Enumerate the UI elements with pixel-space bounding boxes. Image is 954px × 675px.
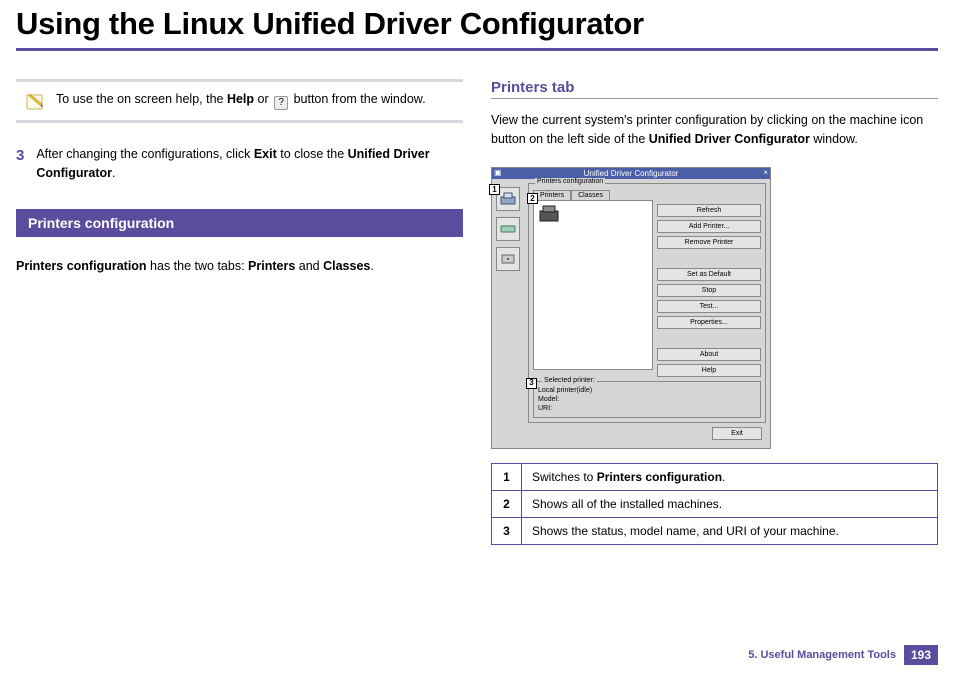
mock-action-buttons: Refresh Add Printer... Remove Printer . … (657, 200, 761, 377)
cell-num: 3 (492, 517, 522, 544)
chapter-label: 5. Useful Management Tools (748, 649, 896, 661)
mock-btn-help: Help (657, 364, 761, 377)
note-text: To use the on screen help, the Help or ?… (56, 92, 426, 110)
mock-tab-classes: Classes (571, 190, 610, 200)
table-row: 1 Switches to Printers configuration. (492, 463, 938, 490)
mock-btn-add: Add Printer... (657, 220, 761, 233)
mock-main: Printers configuration 2 Printers Classe… (528, 183, 766, 444)
content-columns: To use the on screen help, the Help or ?… (0, 51, 954, 545)
cell-num: 2 (492, 490, 522, 517)
heading-rule (491, 98, 938, 99)
step-3: 3 After changing the configurations, cli… (16, 145, 463, 183)
mock-status-group: 3 Selected printer: Local printer(idle) … (533, 381, 761, 418)
mock-content: Refresh Add Printer... Remove Printer . … (533, 200, 761, 377)
mock-footer: Exit (528, 423, 766, 444)
printers-tab-text: View the current system's printer config… (491, 111, 938, 149)
mock-config-group: Printers configuration 2 Printers Classe… (528, 183, 766, 423)
mock-btn-test: Test... (657, 300, 761, 313)
section-bar-printers-config: Printers configuration (16, 209, 463, 237)
mock-btn-exit: Exit (712, 427, 762, 440)
page-number: 193 (904, 645, 938, 665)
left-column: To use the on screen help, the Help or ?… (16, 79, 463, 545)
cell-num: 1 (492, 463, 522, 490)
page-header: Using the Linux Unified Driver Configura… (0, 0, 954, 44)
table-row: 3 Shows the status, model name, and URI … (492, 517, 938, 544)
help-button-icon: ? (274, 96, 288, 110)
pencil-note-icon (24, 90, 46, 112)
mock-btn-default: Set as Default (657, 268, 761, 281)
mock-btn-remove: Remove Printer (657, 236, 761, 249)
step-text: After changing the configurations, click… (36, 145, 463, 183)
mock-printer-list (533, 200, 653, 370)
step-number: 3 (16, 145, 24, 183)
callout-2: 2 (527, 193, 538, 204)
mock-body: 1 Printers configuration 2 (492, 179, 770, 448)
printers-config-text: Printers configuration has the two tabs:… (16, 257, 463, 276)
mock-sidebar: 1 (496, 183, 524, 444)
right-column: Printers tab View the current system's p… (491, 79, 938, 545)
note-box: To use the on screen help, the Help or ?… (16, 79, 463, 123)
mock-sidebar-port-icon (496, 247, 520, 271)
mock-status-line-2: Model: (538, 395, 756, 404)
page-footer: 5. Useful Management Tools 193 (748, 645, 938, 665)
callout-table: 1 Switches to Printers configuration. 2 … (491, 463, 938, 545)
mock-btn-about: About (657, 348, 761, 361)
printers-tab-heading: Printers tab (491, 79, 938, 96)
printer-device-icon (536, 203, 562, 225)
mock-btn-stop: Stop (657, 284, 761, 297)
mock-status-line-3: URI: (538, 404, 756, 413)
callout-3: 3 (526, 378, 537, 389)
mock-status-label: Selected printer: (542, 376, 597, 385)
mock-sidebar-scanner-icon (496, 217, 520, 241)
cell-text: Shows the status, model name, and URI of… (522, 517, 938, 544)
page-title: Using the Linux Unified Driver Configura… (16, 6, 938, 42)
mock-btn-refresh: Refresh (657, 204, 761, 217)
mock-tabs: 2 Printers Classes (533, 190, 761, 200)
mock-tab-printers: Printers (533, 190, 571, 200)
mock-window: ▣ Unified Driver Configurator × 1 (491, 167, 771, 449)
mock-sidebar-printer-icon: 1 (496, 187, 520, 211)
cell-text: Switches to Printers configuration. (522, 463, 938, 490)
mock-btn-props: Properties... (657, 316, 761, 329)
mock-status-line-1: Local printer(idle) (538, 386, 756, 395)
mock-title: Unified Driver Configurator (584, 169, 679, 178)
mock-titlebar: ▣ Unified Driver Configurator × (492, 168, 770, 179)
table-row: 2 Shows all of the installed machines. (492, 490, 938, 517)
mock-group-label: Printers configuration (535, 178, 605, 185)
close-icon: × (763, 168, 768, 177)
window-icon: ▣ (494, 168, 502, 177)
callout-1: 1 (489, 184, 500, 195)
cell-text: Shows all of the installed machines. (522, 490, 938, 517)
